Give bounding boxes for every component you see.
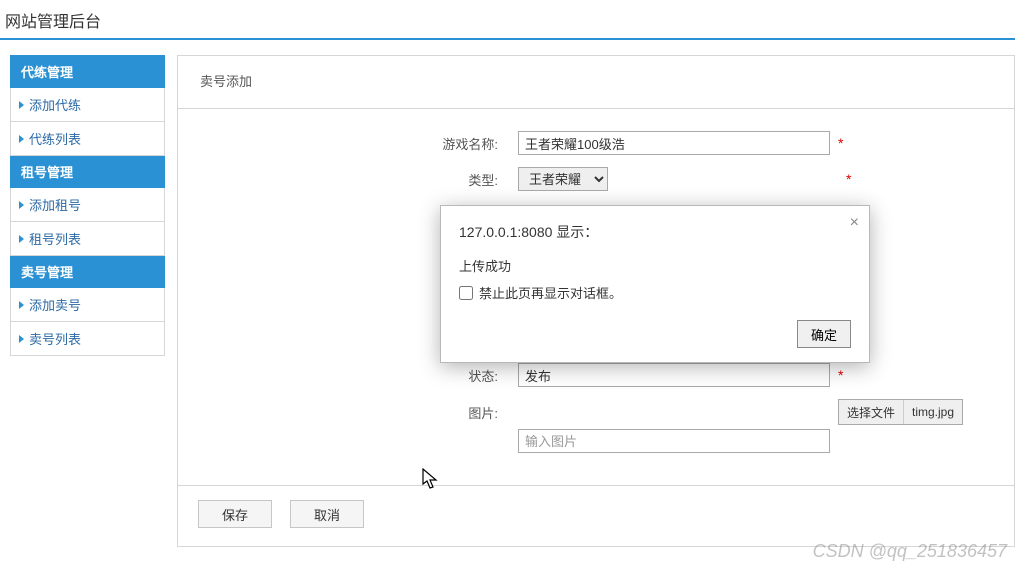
cancel-button[interactable]: 取消 — [290, 500, 364, 528]
required-star: * — [838, 367, 843, 383]
sidebar: 代练管理 添加代练 代练列表 租号管理 添加租号 租号列表 卖号管理 添加卖号 … — [10, 55, 165, 547]
watermark: CSDN @qq_251836457 — [813, 541, 1007, 562]
status-input[interactable] — [518, 363, 830, 387]
label-image: 图片: — [198, 399, 518, 422]
type-select[interactable]: 王者荣耀 — [518, 167, 608, 191]
game-name-input[interactable] — [518, 131, 830, 155]
alert-dialog: × 127.0.0.1:8080 显示： 上传成功 禁止此页再显示对话框。 确定 — [440, 205, 870, 363]
dialog-title: 127.0.0.1:8080 显示： — [459, 222, 851, 242]
panel-title: 卖号添加 — [178, 56, 1014, 98]
dialog-message: 上传成功 — [459, 256, 851, 275]
file-upload-button[interactable]: 选择文件 timg.jpg — [838, 399, 963, 425]
image-path-input[interactable] — [518, 429, 830, 453]
required-star: * — [838, 135, 843, 151]
sidebar-item-list-maihao[interactable]: 卖号列表 — [10, 322, 165, 356]
sidebar-item-list-dailian[interactable]: 代练列表 — [10, 122, 165, 156]
sidebar-item-list-zuhao[interactable]: 租号列表 — [10, 222, 165, 256]
sidebar-item-add-zuhao[interactable]: 添加租号 — [10, 188, 165, 222]
suppress-dialog-label: 禁止此页再显示对话框。 — [479, 283, 622, 302]
file-selected-name: timg.jpg — [904, 405, 962, 419]
nav-group-maihao[interactable]: 卖号管理 — [10, 255, 165, 288]
label-game-name: 游戏名称: — [198, 134, 518, 153]
close-icon[interactable]: × — [850, 214, 859, 232]
page-title: 网站管理后台 — [5, 14, 101, 31]
page-header: 网站管理后台 — [0, 0, 1015, 40]
nav-group-zuhao[interactable]: 租号管理 — [10, 155, 165, 188]
sidebar-item-add-dailian[interactable]: 添加代练 — [10, 88, 165, 122]
label-type: 类型: — [198, 170, 518, 189]
suppress-dialog-checkbox-row[interactable]: 禁止此页再显示对话框。 — [459, 283, 851, 302]
required-star: * — [846, 171, 851, 187]
label-status: 状态: — [198, 366, 518, 385]
suppress-dialog-checkbox[interactable] — [459, 286, 473, 300]
nav-group-dailian[interactable]: 代练管理 — [10, 55, 165, 88]
save-button[interactable]: 保存 — [198, 500, 272, 528]
dialog-ok-button[interactable]: 确定 — [797, 320, 851, 348]
sidebar-item-add-maihao[interactable]: 添加卖号 — [10, 288, 165, 322]
file-button-label: 选择文件 — [839, 400, 904, 424]
